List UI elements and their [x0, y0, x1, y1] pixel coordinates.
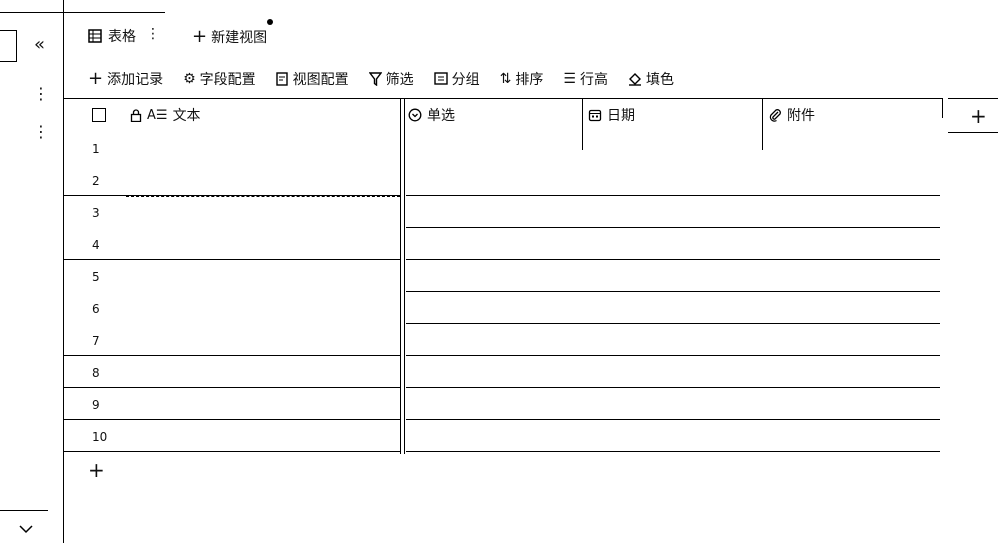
column-header-single-select[interactable]: 单选	[408, 100, 455, 130]
view-settings-icon	[275, 71, 289, 86]
select-all-checkbox[interactable]	[92, 108, 106, 122]
text-field-icon: A☰	[147, 107, 168, 123]
row-height-button[interactable]: ☰ 行高	[563, 69, 608, 89]
column-header-text[interactable]: A☰ 文本	[130, 100, 201, 130]
fill-color-label: 填色	[645, 71, 674, 88]
calendar-icon	[588, 108, 602, 122]
grid-line	[406, 451, 940, 452]
more-vertical-icon[interactable]: ⋮	[33, 122, 49, 141]
fill-color-button[interactable]: 填色	[628, 69, 674, 89]
grid-line	[64, 451, 400, 452]
field-config-label: 字段配置	[199, 71, 256, 88]
grid-line	[64, 419, 400, 420]
add-record-button[interactable]: + 添加记录	[88, 68, 163, 89]
sidebar-divider	[63, 0, 64, 543]
column-header-date[interactable]: 日期	[588, 100, 635, 130]
column-label: 文本	[172, 108, 201, 124]
grid-line	[406, 419, 940, 420]
more-vertical-icon[interactable]: ⋮	[33, 84, 49, 103]
new-view-button[interactable]: + 新建视图	[192, 26, 267, 47]
notification-dot	[267, 19, 273, 25]
add-row-button[interactable]: +	[88, 458, 105, 482]
grid-line	[948, 98, 998, 99]
grid-line	[400, 98, 401, 454]
filter-icon	[368, 71, 382, 86]
gear-icon: ⚙	[183, 70, 196, 87]
paint-bucket-icon	[628, 72, 642, 86]
grid-line	[404, 98, 405, 454]
row-number: 6	[92, 302, 100, 316]
grid-line	[582, 98, 583, 150]
drag-indicator	[126, 196, 400, 197]
single-select-icon	[408, 108, 422, 122]
row-number: 8	[92, 366, 100, 380]
new-view-label: 新建视图	[211, 29, 268, 46]
tab-table-view[interactable]: 表格	[88, 26, 136, 46]
collapse-sidebar-icon[interactable]: «	[34, 34, 45, 55]
plus-icon: +	[192, 26, 208, 47]
field-config-button[interactable]: ⚙ 字段配置	[183, 69, 256, 89]
tab-label: 表格	[108, 29, 136, 45]
grid-line	[406, 195, 940, 196]
column-label: 附件	[787, 108, 815, 124]
filter-button[interactable]: 筛选	[368, 69, 414, 89]
sort-button[interactable]: ⇅ 排序	[500, 69, 544, 89]
sort-label: 排序	[515, 71, 544, 88]
row-number: 1	[92, 142, 100, 156]
grid-line	[64, 387, 400, 388]
table-icon	[88, 29, 102, 43]
grid-line	[406, 323, 940, 324]
grid-line	[64, 98, 942, 99]
sort-icon: ⇅	[499, 70, 512, 87]
column-label: 单选	[427, 108, 455, 124]
sidebar-edge-box[interactable]	[0, 30, 17, 62]
grid-line	[64, 259, 400, 260]
grid-line	[406, 387, 940, 388]
grid-line	[406, 259, 940, 260]
grid-line	[762, 98, 763, 150]
grid-line	[406, 227, 940, 228]
group-button[interactable]: 分组	[433, 69, 480, 89]
sidebar-bottom-divider	[0, 510, 48, 511]
paperclip-icon	[768, 108, 782, 122]
filter-label: 筛选	[385, 71, 414, 88]
group-label: 分组	[451, 71, 480, 88]
row-number: 2	[92, 174, 100, 188]
row-number: 4	[92, 238, 100, 252]
grid-line	[948, 132, 998, 133]
column-label: 日期	[607, 108, 635, 124]
group-icon	[433, 72, 448, 85]
row-height-icon: ☰	[563, 70, 576, 87]
chevron-down-icon[interactable]	[18, 522, 34, 538]
row-number: 10	[92, 430, 108, 444]
top-divider	[0, 12, 165, 13]
tab-more-icon[interactable]: ⋮	[146, 26, 160, 42]
row-height-label: 行高	[579, 71, 608, 88]
add-record-label: 添加记录	[107, 71, 164, 88]
column-header-attachment[interactable]: 附件	[768, 100, 815, 130]
plus-icon: +	[88, 68, 104, 89]
grid-line	[942, 98, 943, 118]
grid-line	[406, 291, 940, 292]
view-config-label: 视图配置	[292, 71, 349, 88]
row-number: 7	[92, 334, 100, 348]
row-number: 3	[92, 206, 100, 220]
row-number: 5	[92, 270, 100, 284]
add-column-button[interactable]: +	[970, 104, 987, 128]
toolbar: + 添加记录 ⚙ 字段配置 视图配置 筛选 分组 ⇅ 排序 ☰ 行高 填色	[88, 68, 674, 89]
grid-line	[406, 355, 940, 356]
row-number: 9	[92, 398, 100, 412]
view-config-button[interactable]: 视图配置	[275, 69, 349, 89]
grid-line	[64, 355, 400, 356]
lock-icon	[130, 108, 142, 122]
